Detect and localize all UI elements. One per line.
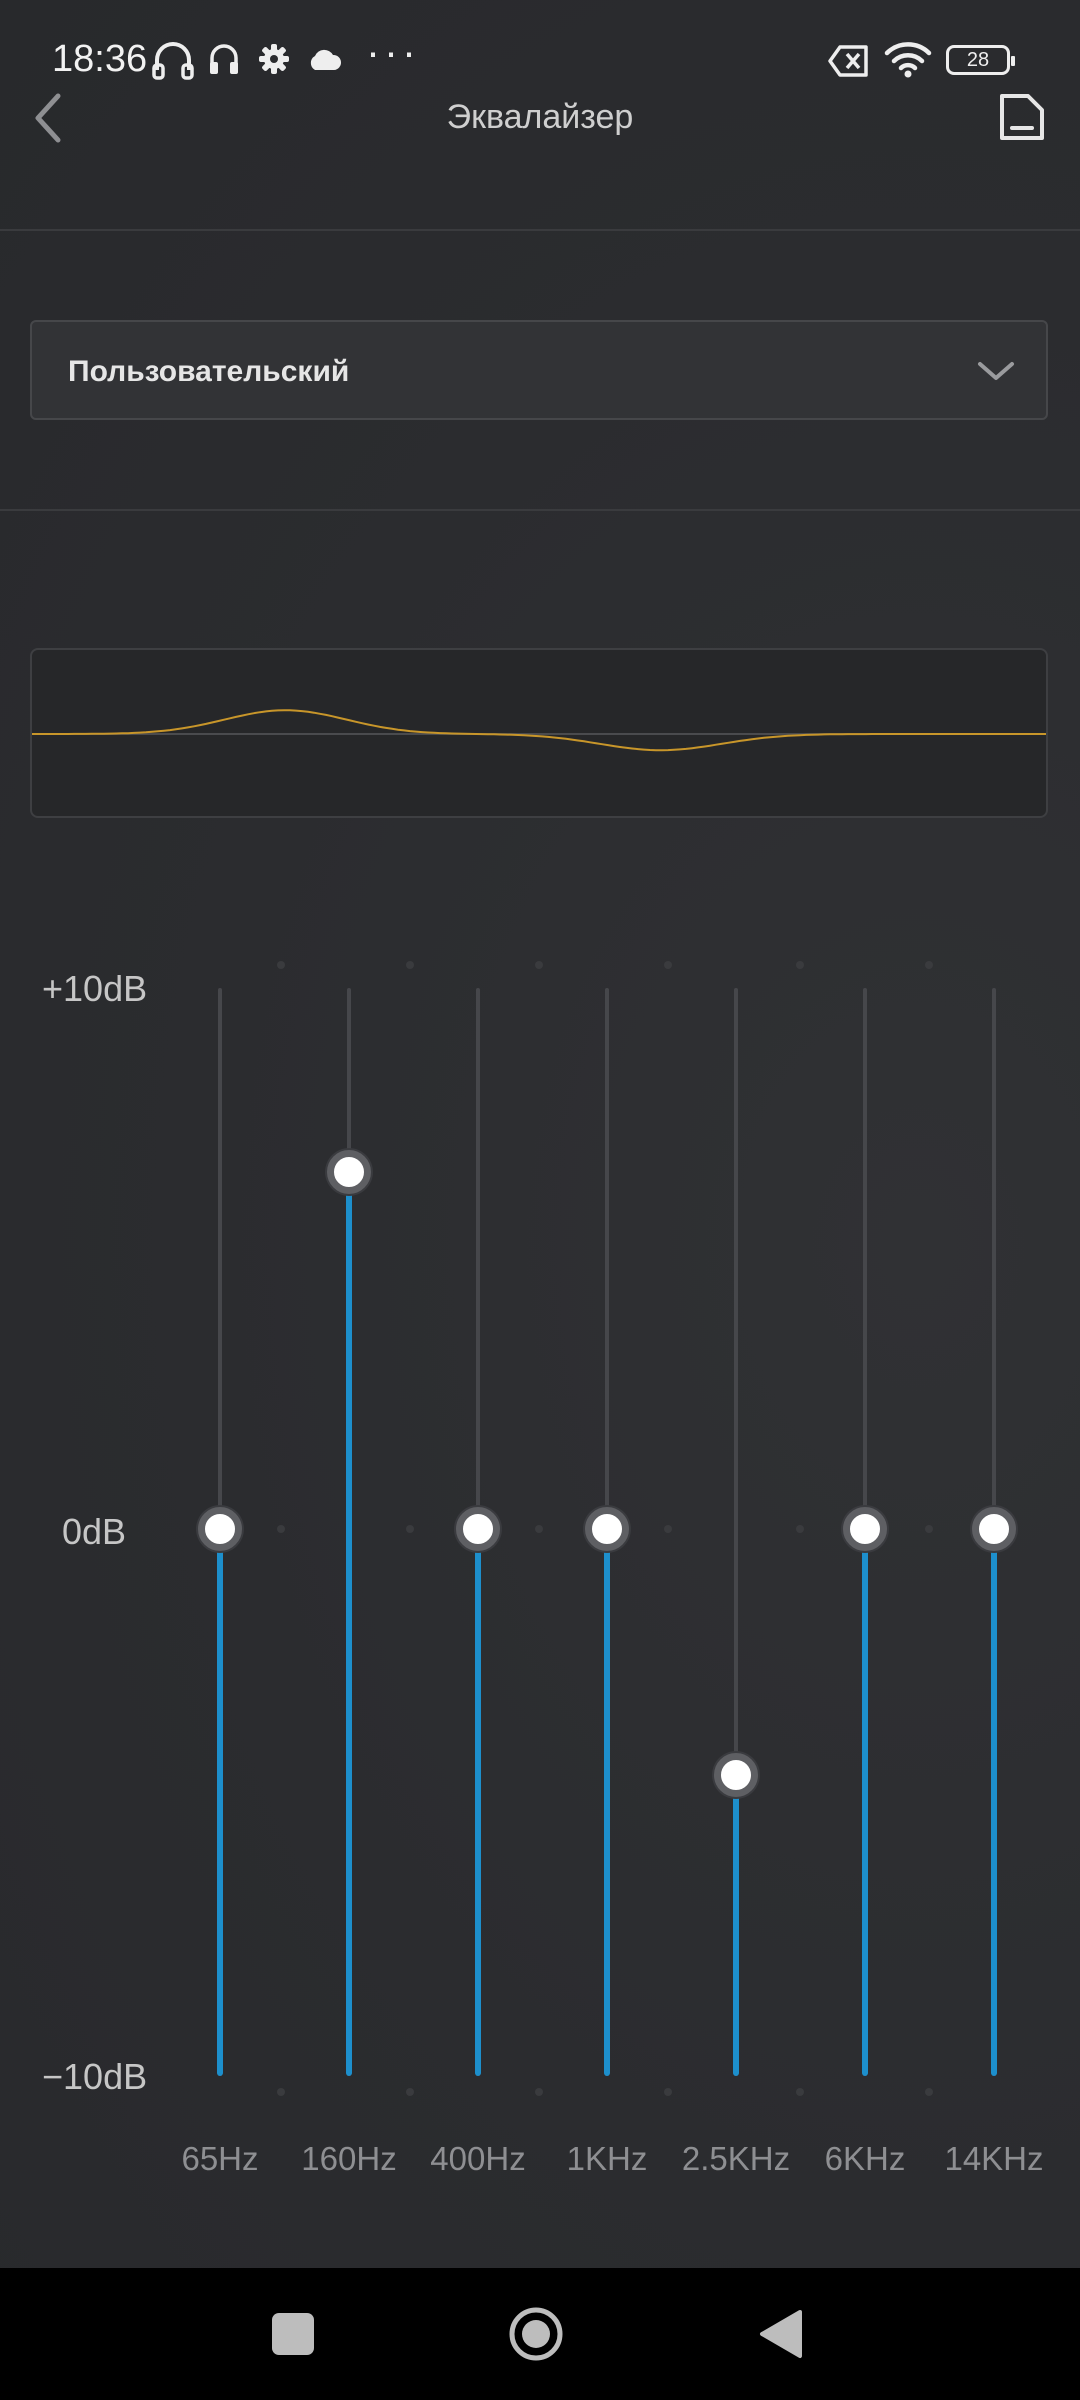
grid-dot <box>664 961 672 969</box>
grid-dot <box>406 2088 414 2096</box>
grid-dot <box>664 1525 672 1533</box>
grid-dot <box>535 2088 543 2096</box>
grid-dot <box>925 1525 933 1533</box>
grid-dot <box>277 1525 285 1533</box>
frequency-label: 400Hz <box>430 2140 526 2177</box>
slider-fill-6KHz <box>862 1529 868 2076</box>
slider-fill-1KHz <box>604 1529 610 2076</box>
slider-knob-65Hz[interactable] <box>198 1507 242 1551</box>
grid-dot <box>406 961 414 969</box>
db-min-label: −10dB <box>42 2056 148 2097</box>
frequency-label: 6KHz <box>824 2140 906 2177</box>
grid-dot <box>277 2088 285 2096</box>
slider-knob-6KHz[interactable] <box>843 1507 887 1551</box>
grid-dot <box>796 2088 804 2096</box>
slider-knob-1KHz[interactable] <box>585 1507 629 1551</box>
grid-dot <box>277 961 285 969</box>
grid-dot <box>535 1525 543 1533</box>
slider-knob-14KHz[interactable] <box>972 1507 1016 1551</box>
frequency-label: 1KHz <box>566 2140 648 2177</box>
grid-dot <box>925 2088 933 2096</box>
slider-fill-400Hz <box>475 1529 481 2076</box>
grid-dot <box>664 2088 672 2096</box>
slider-knob-160Hz[interactable] <box>327 1149 371 1194</box>
navigation-bar <box>0 2268 1080 2400</box>
grid-dot <box>406 1525 414 1533</box>
frequency-label: 14KHz <box>944 2140 1044 2177</box>
db-mid-label: 0dB <box>62 1511 127 1552</box>
grid-dot <box>796 1525 804 1533</box>
slider-fill-2.5KHz <box>733 1775 739 2076</box>
frequency-label: 2.5KHz <box>681 2140 791 2177</box>
slider-fill-65Hz <box>217 1529 223 2076</box>
grid-dot <box>796 961 804 969</box>
db-max-label: +10dB <box>42 968 148 1009</box>
slider-knob-2.5KHz[interactable] <box>714 1753 758 1798</box>
slider-fill-14KHz <box>991 1529 997 2076</box>
grid-dot <box>535 961 543 969</box>
grid-dot <box>925 961 933 969</box>
nav-back-button[interactable] <box>756 2308 806 2360</box>
home-button[interactable] <box>508 2306 564 2362</box>
frequency-label: 65Hz <box>181 2140 259 2177</box>
frequency-label: 160Hz <box>301 2140 397 2177</box>
equalizer-sliders: +10dB 0dB −10dB 65Hz 160Hz 400Hz 1KHz 2.5KHz… <box>0 0 1080 2268</box>
slider-knob-400Hz[interactable] <box>456 1507 500 1551</box>
recents-button[interactable] <box>272 2313 314 2355</box>
slider-fill-160Hz <box>346 1171 352 2076</box>
